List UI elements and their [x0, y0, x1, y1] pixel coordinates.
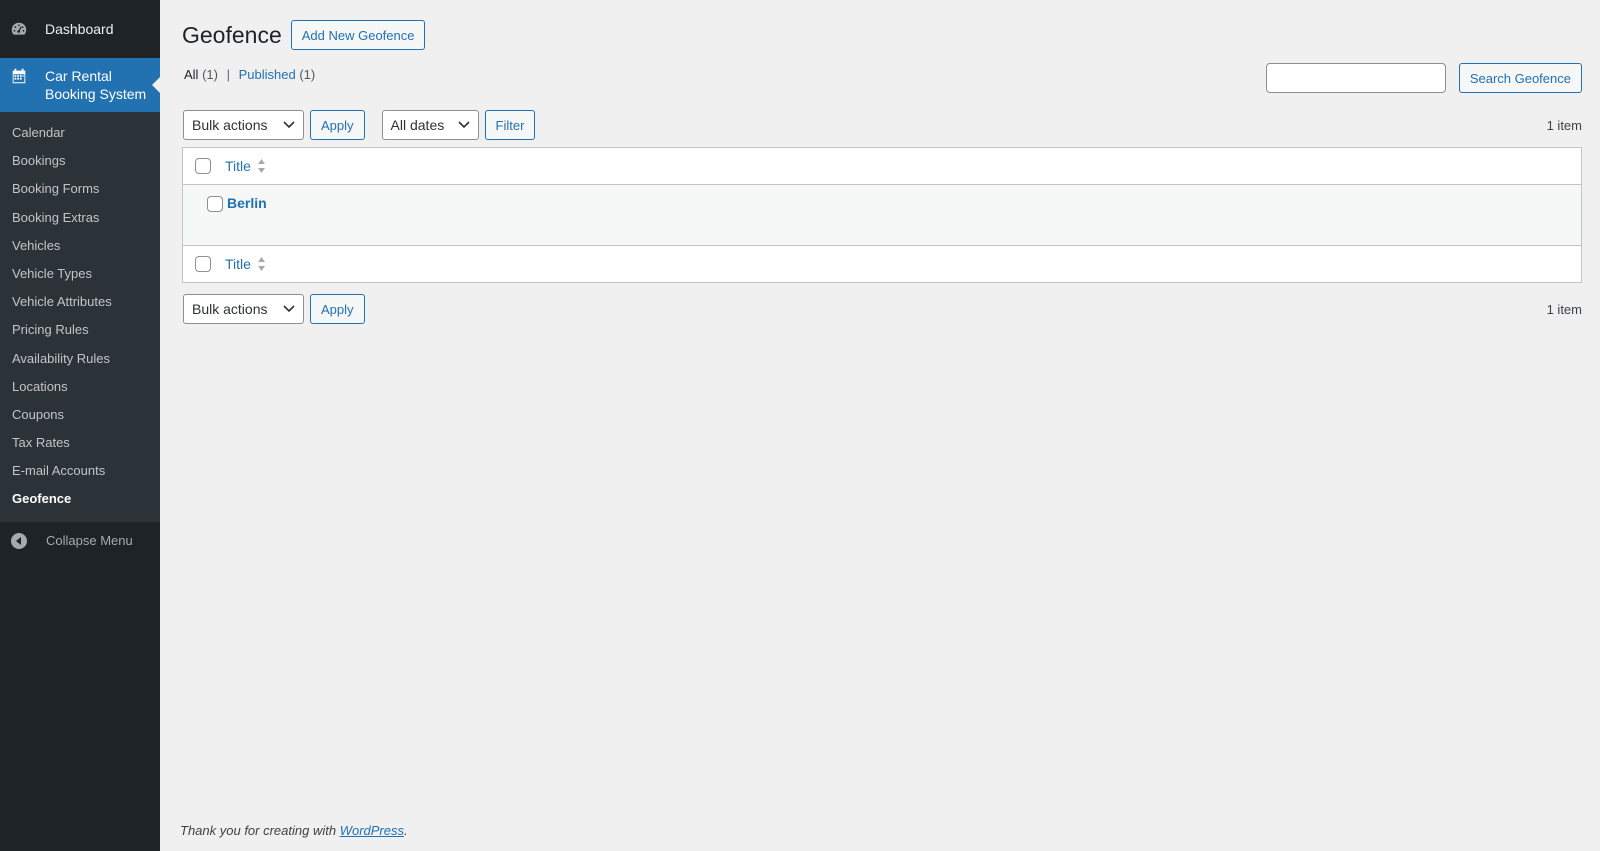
title-column-label: Title — [225, 158, 251, 174]
geofence-list-table: Title Berlin Title — [182, 147, 1582, 283]
view-published-link[interactable]: Published — [239, 67, 296, 82]
submenu: Calendar Bookings Booking Forms Booking … — [0, 112, 160, 522]
search-input[interactable] — [1265, 63, 1446, 93]
page-header: Geofence Add New Geofence — [182, 20, 426, 50]
title-column-footer[interactable]: Title — [225, 256, 266, 272]
search-geofence-button[interactable]: Search Geofence — [1458, 63, 1582, 93]
calendar-icon — [10, 67, 28, 85]
table-row: Berlin — [183, 185, 1581, 245]
view-all-link[interactable]: All — [184, 67, 198, 82]
add-new-geofence-button[interactable]: Add New Geofence — [290, 20, 426, 50]
menu-item-car-rental-label: Car Rental Booking System — [45, 68, 147, 102]
table-header: Title — [183, 148, 1581, 185]
bulk-actions-value-bottom: Bulk actions — [192, 301, 268, 317]
submenu-item-booking-extras[interactable]: Booking Extras — [0, 204, 160, 232]
sort-arrows-icon — [257, 257, 265, 271]
tablenav-bottom: Bulk actions Apply 1 item — [183, 294, 1582, 324]
collapse-menu-label: Collapse Menu — [46, 533, 133, 549]
title-column-footer-label: Title — [225, 256, 251, 272]
apply-button-top[interactable]: Apply — [310, 110, 365, 140]
bulk-actions-value: Bulk actions — [192, 117, 268, 133]
row-checkbox[interactable] — [207, 196, 223, 212]
submenu-item-vehicle-types[interactable]: Vehicle Types — [0, 260, 160, 288]
submenu-item-coupons[interactable]: Coupons — [0, 401, 160, 429]
submenu-item-geofence[interactable]: Geofence — [0, 485, 160, 513]
items-count-top: 1 item — [1546, 117, 1582, 133]
dates-filter-select[interactable]: All dates — [381, 110, 479, 140]
submenu-item-booking-forms[interactable]: Booking Forms — [0, 175, 160, 203]
post-status-filters: All (1) | Published (1) — [184, 67, 315, 82]
view-all-count: (1) — [202, 67, 218, 82]
apply-button-bottom[interactable]: Apply — [310, 294, 365, 324]
search-box: Search Geofence — [1265, 63, 1582, 93]
chevron-down-icon — [457, 121, 470, 129]
submenu-item-email-accounts[interactable]: E-mail Accounts — [0, 457, 160, 485]
admin-footer: Thank you for creating with WordPress. — [180, 823, 408, 838]
footer-thankyou-text: Thank you for creating with — [180, 823, 337, 838]
views-separator: | — [226, 67, 230, 82]
select-all-checkbox[interactable] — [195, 158, 211, 174]
submenu-item-availability-rules[interactable]: Availability Rules — [0, 345, 160, 373]
items-count-bottom: 1 item — [1546, 301, 1582, 317]
dates-filter-value: All dates — [390, 117, 445, 133]
row-title-link[interactable]: Berlin — [227, 195, 267, 211]
submenu-item-calendar[interactable]: Calendar — [0, 119, 160, 147]
submenu-item-pricing-rules[interactable]: Pricing Rules — [0, 316, 160, 344]
page-title: Geofence — [182, 21, 282, 48]
submenu-item-bookings[interactable]: Bookings — [0, 147, 160, 175]
table-footer: Title — [183, 245, 1581, 282]
title-column-header[interactable]: Title — [225, 158, 266, 174]
submenu-item-vehicles[interactable]: Vehicles — [0, 232, 160, 260]
sort-arrows-icon — [257, 159, 265, 173]
submenu-item-locations[interactable]: Locations — [0, 373, 160, 401]
submenu-item-vehicle-attributes[interactable]: Vehicle Attributes — [0, 288, 160, 316]
admin-sidebar: Dashboard Car Rental Booking System Cale… — [0, 0, 160, 851]
chevron-down-icon — [283, 305, 295, 313]
footer-wordpress-link[interactable]: WordPress — [340, 823, 404, 838]
menu-item-dashboard[interactable]: Dashboard — [0, 0, 160, 58]
menu-item-car-rental-booking-system[interactable]: Car Rental Booking System — [0, 58, 160, 112]
chevron-down-icon — [283, 121, 295, 129]
tablenav-top: Bulk actions Apply All dates Filter 1 it… — [183, 110, 1582, 140]
menu-item-dashboard-label: Dashboard — [45, 21, 114, 37]
submenu-item-tax-rates[interactable]: Tax Rates — [0, 429, 160, 457]
select-all-checkbox-bottom[interactable] — [195, 256, 211, 272]
collapse-menu-button[interactable]: Collapse Menu — [0, 524, 160, 558]
bulk-actions-select-bottom[interactable]: Bulk actions — [183, 294, 304, 324]
collapse-arrow-icon — [11, 532, 27, 549]
view-published-count: (1) — [299, 67, 316, 82]
dashboard-gauge-icon — [10, 20, 28, 38]
footer-suffix: . — [404, 823, 408, 838]
bulk-actions-select[interactable]: Bulk actions — [183, 110, 304, 140]
filter-button[interactable]: Filter — [484, 110, 536, 140]
